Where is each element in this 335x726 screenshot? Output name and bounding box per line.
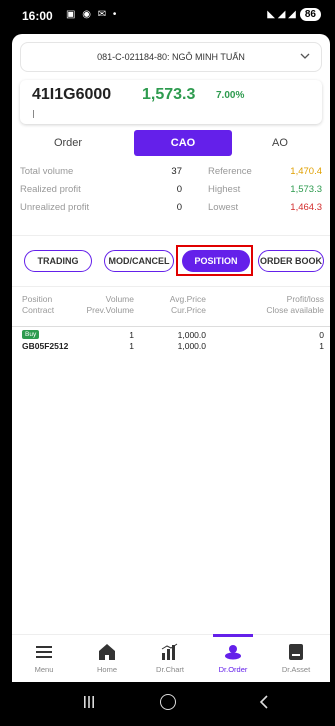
stats-panel: Total volume 37 Reference 1,470.4 Realiz…: [20, 164, 322, 218]
back-icon[interactable]: [258, 694, 270, 710]
order-book-button[interactable]: ORDER BOOK: [258, 250, 324, 272]
nav-chart[interactable]: Dr.Chart: [142, 635, 198, 682]
cur-price-cell: 1,000.0: [177, 341, 206, 351]
trading-button[interactable]: TRADING: [24, 250, 92, 272]
system-nav-bar: [0, 682, 335, 726]
profit-loss-cell: 0: [319, 330, 324, 340]
nav-home-label: Home: [96, 665, 117, 674]
status-time: 16:00: [22, 9, 53, 23]
order-tabs: Order CAO AO: [20, 130, 322, 156]
realized-profit-label: Realized profit: [20, 184, 81, 195]
chevron-down-icon: [300, 53, 310, 59]
status-bar: 16:00 ▣ ◉ ✉ • ◣ ◢ ◢ 86: [0, 0, 335, 34]
volume-cell: 1: [129, 330, 134, 340]
total-volume-value: 37: [171, 166, 182, 177]
highest-label: Highest: [208, 184, 241, 195]
ticker-price: 1,573.3: [142, 86, 196, 103]
table-row[interactable]: Buy GB05F2512 1 1 1,000.0 1,000.0 0 1: [12, 330, 330, 358]
lowest-value: 1,464.3: [290, 202, 322, 213]
col-cur-price: Cur.Price: [171, 305, 206, 315]
contract-cell: GB05F2512: [22, 341, 69, 351]
nav-order[interactable]: Dr.Order: [205, 634, 261, 682]
col-volume: Volume: [105, 294, 134, 304]
mod-cancel-button[interactable]: MOD/CANCEL: [104, 250, 174, 272]
total-volume-label: Total volume: [20, 166, 74, 177]
tab-cao[interactable]: CAO: [134, 130, 232, 156]
selection-highlight: [176, 245, 253, 276]
ticker-indicator: [33, 110, 34, 118]
unrealized-profit-value: 0: [176, 202, 182, 213]
stats-row: Realized profit 0 Highest 1,573.3: [20, 182, 322, 200]
nav-chart-label: Dr.Chart: [156, 665, 184, 674]
menu-icon: [36, 646, 52, 658]
battery-icon: 86: [299, 8, 321, 21]
nav-asset-label: Dr.Asset: [281, 665, 311, 674]
stats-row: Unrealized profit 0 Lowest 1,464.3: [20, 200, 322, 218]
col-position: Position: [22, 294, 53, 304]
lowest-label: Lowest: [208, 202, 239, 213]
signal-icon: ◣ ◢ ◢: [267, 9, 296, 20]
account-label: 081-C-021184-80: NGÔ MINH TUẤN: [97, 52, 245, 62]
chart-icon: [161, 643, 178, 660]
asset-icon: [289, 644, 303, 660]
order-icon: [225, 645, 241, 660]
home-circle-icon[interactable]: [160, 694, 176, 710]
highest-value: 1,573.3: [290, 184, 322, 195]
table-header: Position Contract Volume Prev.Volume Avg…: [12, 294, 330, 322]
col-avg-price: Avg.Price: [169, 294, 206, 304]
col-profit-loss: Profit/loss: [286, 294, 324, 304]
ticker-symbol: 41I1G6000: [32, 86, 112, 103]
realized-profit-value: 0: [176, 184, 182, 195]
col-contract: Contract: [22, 305, 55, 315]
buy-badge: Buy: [22, 330, 40, 339]
recent-apps-icon[interactable]: [82, 695, 96, 709]
reference-label: Reference: [208, 166, 252, 177]
unrealized-profit-label: Unrealized profit: [20, 202, 90, 213]
divider: [12, 326, 330, 327]
ticker-card[interactable]: 41I1G6000 1,573.3 7.00%: [20, 80, 322, 124]
home-icon: [99, 644, 115, 660]
close-available-cell: 1: [319, 341, 324, 351]
notification-icons: ▣ ◉ ✉ •: [66, 9, 119, 20]
nav-menu[interactable]: Menu: [16, 635, 72, 682]
ticker-change-pct: 7.00%: [216, 90, 245, 101]
nav-home[interactable]: Home: [79, 635, 135, 682]
account-selector[interactable]: 081-C-021184-80: NGÔ MINH TUẤN: [20, 42, 322, 72]
bottom-nav: Menu Home Dr.Chart Dr.Order Dr.Asset: [12, 634, 330, 682]
divider: [12, 235, 330, 236]
tab-order[interactable]: Order: [20, 130, 116, 156]
status-right: ◣ ◢ ◢ 86: [267, 8, 321, 21]
app-screen: 081-C-021184-80: NGÔ MINH TUẤN 41I1G6000…: [12, 34, 330, 682]
col-prev-volume: Prev.Volume: [86, 305, 134, 315]
nav-menu-label: Menu: [34, 665, 54, 674]
divider: [12, 286, 330, 287]
prev-volume-cell: 1: [129, 341, 134, 351]
stats-row: Total volume 37 Reference 1,470.4: [20, 164, 322, 182]
reference-value: 1,470.4: [290, 166, 322, 177]
tab-ao[interactable]: AO: [238, 130, 322, 156]
active-indicator: [213, 634, 253, 637]
avg-price-cell: 1,000.0: [177, 330, 206, 340]
col-close-available: Close available: [266, 305, 324, 315]
nav-asset[interactable]: Dr.Asset: [268, 635, 324, 682]
action-buttons: TRADING MOD/CANCEL POSITION ORDER BOOK: [24, 248, 324, 274]
nav-order-label: Dr.Order: [218, 665, 248, 674]
